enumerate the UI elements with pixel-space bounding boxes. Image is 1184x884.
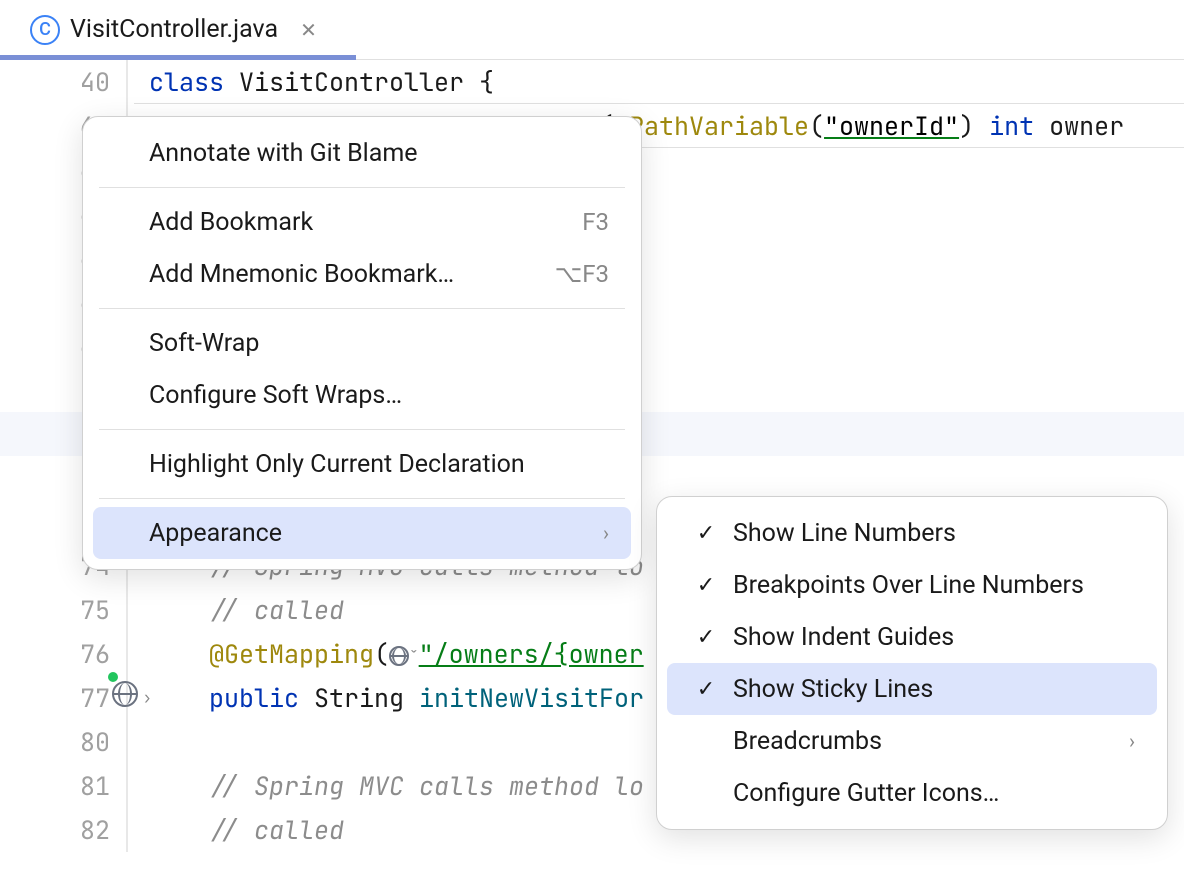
menu-item-configure-soft-wraps[interactable]: Configure Soft Wraps…: [93, 369, 631, 421]
gutter-context-menu: Annotate with Git Blame Add BookmarkF3 A…: [82, 116, 642, 570]
menu-item-highlight-current-declaration[interactable]: Highlight Only Current Declaration: [93, 438, 631, 490]
check-icon: ✓: [687, 521, 725, 546]
menu-separator: [99, 308, 625, 309]
line-number[interactable]: 77 ›: [0, 676, 110, 720]
chevron-down-icon[interactable]: ˇ: [409, 647, 419, 668]
menu-item-show-line-numbers[interactable]: ✓Show Line Numbers: [667, 507, 1157, 559]
menu-separator: [99, 498, 625, 499]
editor-tab[interactable]: C VisitController.java ✕: [16, 5, 331, 55]
menu-item-breadcrumbs[interactable]: Breadcrumbs›: [667, 715, 1157, 767]
chevron-right-icon: ›: [603, 521, 609, 545]
check-icon: ✓: [687, 677, 725, 702]
line-number[interactable]: 75: [0, 588, 110, 632]
menu-separator: [99, 429, 625, 430]
menu-item-breakpoints-over-line-numbers[interactable]: ✓Breakpoints Over Line Numbers: [667, 559, 1157, 611]
chevron-right-icon: ›: [1129, 729, 1135, 753]
sticky-line[interactable]: class VisitController {: [134, 60, 1184, 104]
tab-filename: VisitController.java: [70, 15, 278, 44]
appearance-submenu: ✓Show Line Numbers ✓Breakpoints Over Lin…: [656, 496, 1168, 830]
menu-item-add-bookmark[interactable]: Add BookmarkF3: [93, 196, 631, 248]
menu-item-soft-wrap[interactable]: Soft-Wrap: [93, 317, 631, 369]
line-number[interactable]: 82: [0, 808, 110, 852]
run-indicator-icon: [108, 672, 118, 682]
check-icon: ✓: [687, 625, 725, 650]
line-number[interactable]: 81: [0, 764, 110, 808]
class-file-icon: C: [30, 15, 60, 45]
menu-item-appearance[interactable]: Appearance›: [93, 507, 631, 559]
line-number[interactable]: 76: [0, 632, 110, 676]
url-icon[interactable]: [389, 646, 409, 666]
line-number[interactable]: 80: [0, 720, 110, 764]
line-number[interactable]: 40: [0, 60, 110, 104]
editor-tab-bar: C VisitController.java ✕: [0, 0, 1184, 60]
menu-separator: [99, 187, 625, 188]
menu-item-show-sticky-lines[interactable]: ✓Show Sticky Lines: [667, 663, 1157, 715]
check-icon: ✓: [687, 573, 725, 598]
menu-item-show-indent-guides[interactable]: ✓Show Indent Guides: [667, 611, 1157, 663]
close-tab-icon[interactable]: ✕: [300, 18, 317, 42]
menu-item-annotate-git-blame[interactable]: Annotate with Git Blame: [93, 127, 631, 179]
menu-item-configure-gutter-icons[interactable]: Configure Gutter Icons…: [667, 767, 1157, 819]
menu-item-add-mnemonic-bookmark[interactable]: Add Mnemonic Bookmark…⌥F3: [93, 248, 631, 300]
